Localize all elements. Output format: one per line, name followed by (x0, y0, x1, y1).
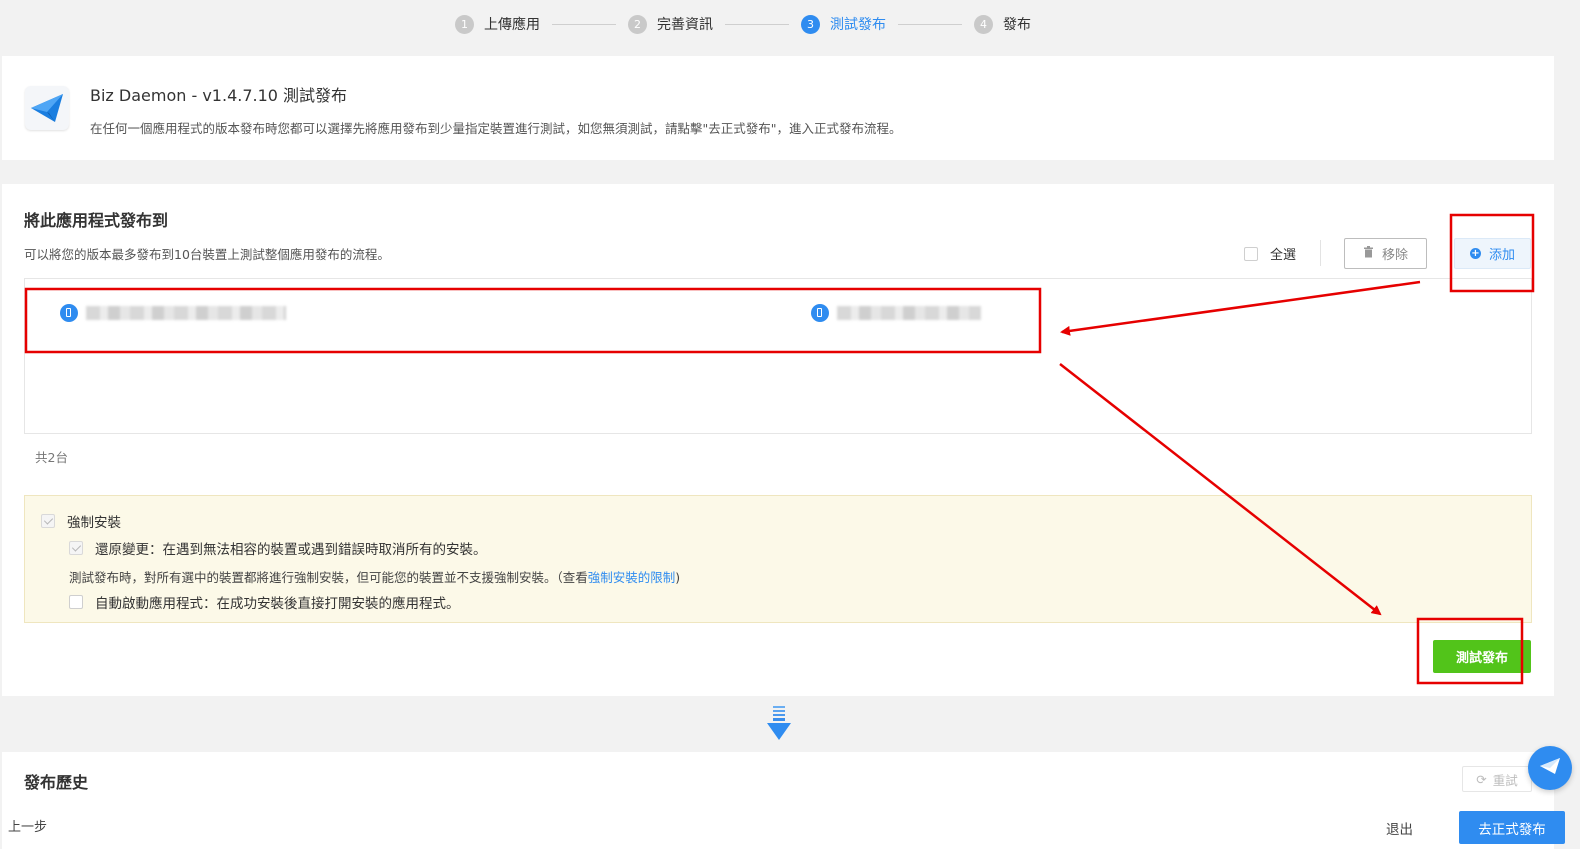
step-connector (898, 23, 962, 25)
checkbox-box[interactable] (1244, 246, 1258, 261)
select-all-label: 全選 (1270, 248, 1297, 263)
step-3: 3 測試發布 (801, 14, 886, 34)
app-title: Biz Daemon - v1.4.7.10 測試發布 (90, 86, 348, 105)
divider (1320, 240, 1321, 266)
auto-launch-checkbox[interactable] (69, 595, 83, 609)
auto-launch-option[interactable]: 自動啟動應用程式：在成功安裝後直接打開安裝的應用程式。 (69, 592, 460, 612)
device-item[interactable] (811, 304, 981, 322)
force-install-note: 測試發布時，對所有選中的裝置都將進行強制安裝，但可能您的裝置並不支援強制安裝。（… (69, 567, 680, 586)
section-title: 將此應用程式發布到 (24, 211, 169, 230)
exit-button[interactable]: 退出 (1386, 818, 1413, 838)
step-1: 1 上傳應用 (455, 14, 540, 34)
paper-plane-icon (1538, 756, 1562, 780)
add-device-button[interactable]: + 添加 (1454, 238, 1531, 269)
retry-button[interactable]: ⟳ 重試 (1462, 766, 1532, 792)
step-2: 2 完善資訊 (628, 14, 713, 34)
progress-stepper: 1 上傳應用 2 完善資訊 3 測試發布 4 發布 (455, 12, 1031, 36)
remove-button[interactable]: 移除 (1344, 238, 1427, 269)
floating-send-button[interactable] (1528, 746, 1572, 790)
note-text: 測試發布時，對所有選中的裝置都將進行強制安裝，但可能您的裝置並不支援強制安裝。（… (69, 570, 588, 585)
step-connector (552, 23, 616, 25)
revert-changes-checkbox[interactable] (69, 541, 83, 555)
step-connector (725, 23, 789, 25)
step-2-number: 2 (628, 14, 647, 34)
previous-step-button[interactable]: 上一步 (8, 816, 47, 835)
phone-icon (60, 304, 78, 322)
arrow-down-icon (766, 706, 792, 742)
step-1-number: 1 (455, 14, 474, 34)
auto-launch-label: 自動啟動應用程式：在成功安裝後直接打開安裝的應用程式。 (95, 596, 460, 612)
section-description: 可以將您的版本最多發布到10台裝置上測試整個應用發布的流程。 (24, 247, 390, 262)
device-count: 共2台 (35, 450, 68, 465)
app-description: 在任何一個應用程式的版本發布時您都可以選擇先將應用發布到少量指定裝置進行測試，如… (90, 121, 902, 136)
step-3-label: 測試發布 (830, 17, 886, 33)
step-2-label: 完善資訊 (657, 17, 713, 33)
force-install-checkbox[interactable] (41, 514, 55, 528)
device-name-redacted (837, 306, 981, 320)
retry-label: 重試 (1492, 772, 1518, 788)
step-4-label: 發布 (1003, 17, 1031, 33)
device-item[interactable] (60, 304, 286, 322)
plus-circle-icon: + (1469, 248, 1481, 259)
force-install-limits-link[interactable]: 強制安裝的限制 (588, 570, 676, 585)
trash-icon (1363, 246, 1374, 261)
force-install-label: 強制安裝 (67, 515, 121, 531)
device-list (24, 278, 1532, 434)
step-4: 4 發布 (974, 14, 1031, 34)
phone-icon (811, 304, 829, 322)
install-options-panel: 強制安裝 還原變更：在遇到無法相容的裝置或遇到錯誤時取消所有的安裝。 測試發布時… (24, 495, 1532, 623)
force-install-option[interactable]: 強制安裝 (41, 511, 121, 531)
publish-history-card: 發布歷史 ⟳ 重試 (2, 752, 1554, 849)
select-all-checkbox[interactable]: 全選 (1244, 244, 1296, 263)
note-suffix: ) (675, 570, 681, 585)
step-4-number: 4 (974, 14, 993, 34)
distribute-card: 將此應用程式發布到 可以將您的版本最多發布到10台裝置上測試整個應用發布的流程。… (2, 184, 1554, 696)
refresh-icon: ⟳ (1476, 771, 1487, 787)
add-label: 添加 (1488, 248, 1515, 263)
revert-changes-option[interactable]: 還原變更：在遇到無法相容的裝置或遇到錯誤時取消所有的安裝。 (69, 538, 487, 558)
app-info-card: Biz Daemon - v1.4.7.10 測試發布 在任何一個應用程式的版本… (2, 56, 1554, 160)
formal-publish-button[interactable]: 去正式發布 (1459, 811, 1565, 844)
step-1-label: 上傳應用 (484, 17, 540, 33)
device-name-redacted (86, 306, 286, 320)
paper-plane-icon (25, 86, 69, 130)
revert-changes-label: 還原變更：在遇到無法相容的裝置或遇到錯誤時取消所有的安裝。 (95, 542, 487, 558)
remove-label: 移除 (1381, 248, 1408, 263)
step-3-number: 3 (801, 14, 820, 34)
history-title: 發布歷史 (24, 773, 89, 792)
test-publish-button[interactable]: 測試發布 (1433, 640, 1531, 673)
